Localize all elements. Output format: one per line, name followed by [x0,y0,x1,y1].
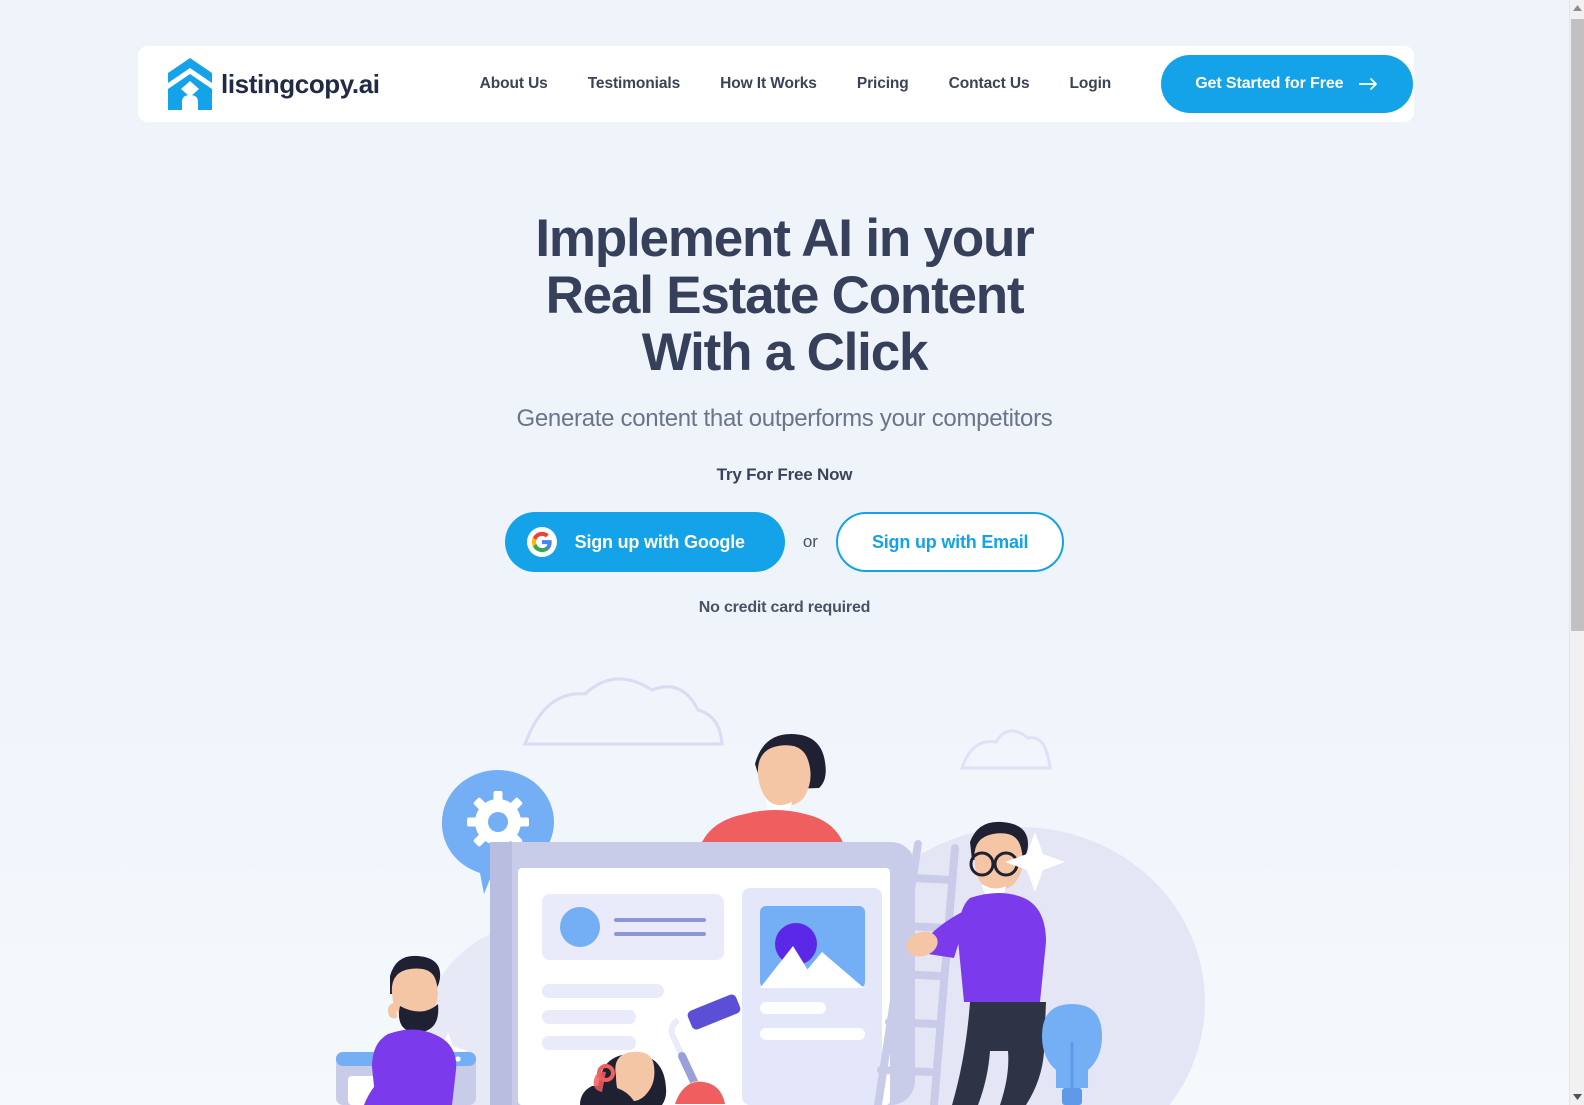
google-button-label: Sign up with Google [574,531,745,552]
tablet-document-mockup [490,842,915,1105]
try-for-free-label: Try For Free Now [716,465,853,484]
scroll-up-arrow-icon[interactable] [1570,0,1584,16]
get-started-button[interactable]: Get Started for Free [1161,55,1414,113]
brand-logo-link[interactable]: listingcopy.ai [168,58,380,110]
scroll-down-arrow-icon[interactable] [1570,1089,1584,1105]
get-started-label: Get Started for Free [1195,75,1344,92]
nav-testimonials[interactable]: Testimonials [568,65,700,103]
page-viewport: listingcopy.ai About Us Testimonials How… [0,0,1569,1105]
nav-login[interactable]: Login [1050,65,1132,103]
sign-up-with-google-button[interactable]: Sign up with Google [504,512,785,572]
sign-up-with-email-button[interactable]: Sign up with Email [835,512,1065,572]
arrow-right-icon [1359,77,1379,91]
headline-line-1: Implement AI in your [535,209,1034,268]
vertical-scrollbar[interactable] [1569,0,1584,1105]
page-title: Implement AI in your Real Estate Content… [0,210,1569,381]
house-logo-icon [168,58,212,110]
google-icon [526,527,557,557]
nav-how-it-works[interactable]: How It Works [700,65,837,103]
no-credit-card-note: No credit card required [698,599,871,616]
headline-line-2: Real Estate Content [545,266,1025,325]
hero-section: Implement AI in your Real Estate Content… [0,210,1569,617]
brand-name: listingcopy.ai [221,69,380,99]
nav-pricing[interactable]: Pricing [837,65,929,103]
main-nav: About Us Testimonials How It Works Prici… [460,65,1132,103]
or-separator: or [802,532,818,551]
nav-contact-us[interactable]: Contact Us [929,65,1050,103]
headline-line-3: With a Click [641,323,929,382]
email-button-label: Sign up with Email [871,531,1029,552]
house-logo-svg [168,58,212,110]
signup-button-row: Sign up with Google or Sign up with Emai… [0,512,1569,572]
nav-about-us[interactable]: About Us [460,65,568,103]
team-building-webpage-illustration [330,672,1240,1105]
scrollbar-thumb[interactable] [1571,19,1584,631]
hero-subheadline: Generate content that outperforms your c… [516,405,1053,432]
site-header: listingcopy.ai About Us Testimonials How… [138,46,1414,122]
